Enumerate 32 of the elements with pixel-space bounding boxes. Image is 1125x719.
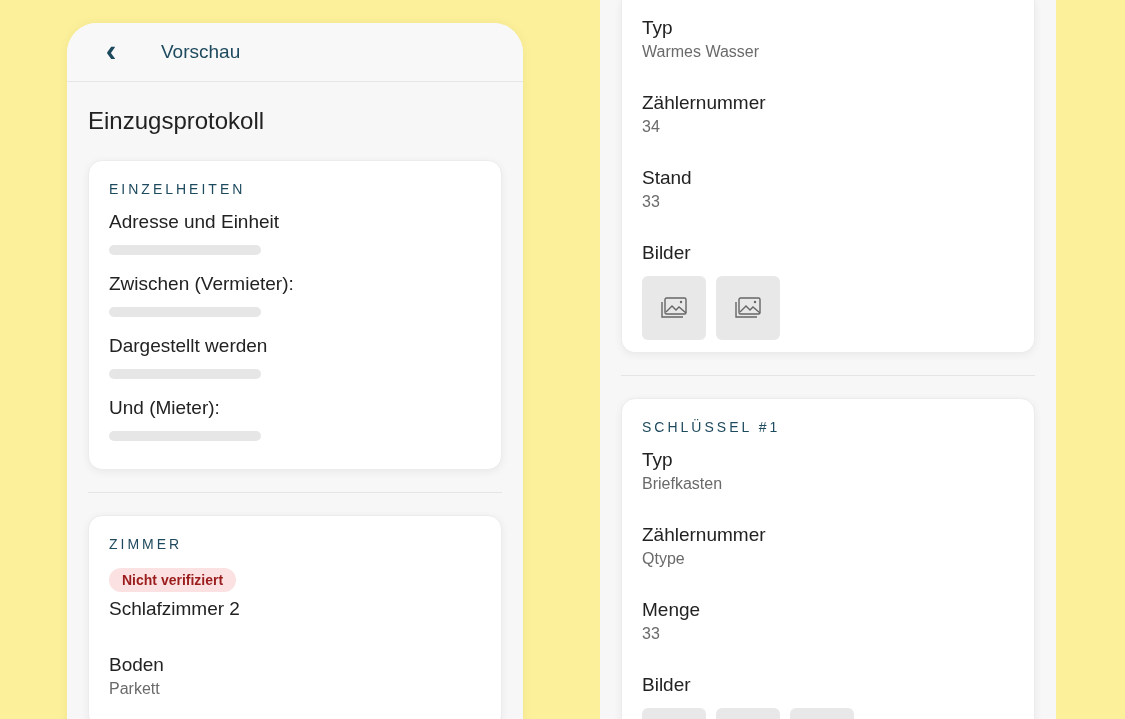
field-value: Qtype — [642, 549, 686, 569]
back-button[interactable]: ‹ — [103, 34, 119, 66]
field-label: Zählernummer — [642, 91, 767, 115]
image-icon — [735, 297, 761, 319]
field-label: Zwischen (Vermieter): — [109, 272, 295, 296]
field-value: Parkett — [109, 679, 161, 699]
field-label: Bilder — [642, 673, 692, 697]
field-label: Und (Mieter): — [109, 396, 221, 420]
section-heading: EINZELHEITEN — [109, 180, 247, 199]
header-title: Vorschau — [161, 41, 241, 63]
image-thumbnail[interactable] — [642, 276, 706, 340]
field-label: Dargestellt werden — [109, 334, 269, 358]
status-badge: Nicht verifiziert — [109, 568, 237, 592]
room-name: Schlafzimmer 2 — [109, 597, 241, 621]
field-label: Adresse und Einheit — [109, 210, 281, 234]
image-thumbnail[interactable] — [716, 276, 780, 340]
field-value: 33 — [642, 192, 661, 212]
field-label: Menge — [642, 598, 702, 622]
field-value: Briefkasten — [642, 474, 724, 494]
section-heading: SCHLÜSSEL #1 — [642, 418, 782, 437]
field-value: 33 — [642, 624, 661, 644]
field-label: Zählernummer — [642, 523, 767, 547]
field-label: Typ — [642, 448, 674, 472]
field-label: Boden — [109, 653, 165, 677]
field-value: 34 — [642, 117, 661, 137]
page-title: Einzugsprotokoll — [88, 107, 266, 135]
field-value: Warmes Wasser — [642, 42, 761, 62]
image-icon — [661, 297, 687, 319]
field-label: Bilder — [642, 241, 692, 265]
field-label: Typ — [642, 16, 674, 40]
field-label: Stand — [642, 166, 693, 190]
section-heading: ZIMMER — [109, 535, 184, 554]
